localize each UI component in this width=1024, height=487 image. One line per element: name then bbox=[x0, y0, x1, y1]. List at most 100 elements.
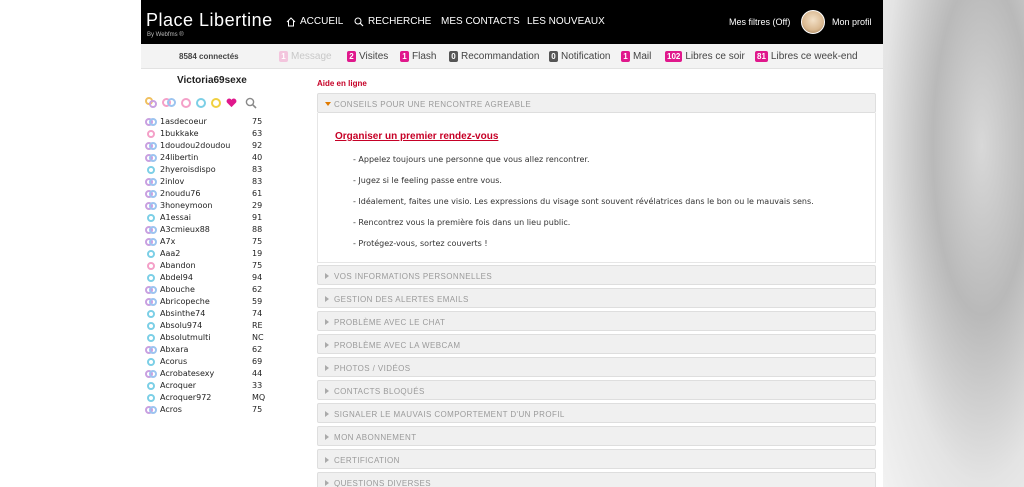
list-item[interactable]: Acroquer972 MQ bbox=[145, 393, 290, 405]
member-age: 69 bbox=[252, 357, 263, 366]
accordion-section[interactable]: CONTACTS BLOQUÉS bbox=[317, 380, 876, 400]
list-item[interactable]: 3honeymoon 29 bbox=[145, 201, 290, 213]
notifications-bar: 8584 connectés 1 Message 2 Visites 1 Flash 0 Re… bbox=[141, 44, 883, 69]
accordion-section[interactable]: PROBLÈME AVEC LA WEBCAM bbox=[317, 334, 876, 354]
count-badge: 1 bbox=[621, 51, 630, 62]
advice-line: - Jugez si le feeling passe entre vous. bbox=[353, 176, 502, 185]
couple-profile-icon bbox=[145, 202, 157, 210]
nav-les-nouveaux-label: LES NOUVEAUX bbox=[527, 16, 605, 27]
search-icon bbox=[354, 17, 364, 26]
list-item[interactable]: Absinthe74 74 bbox=[145, 309, 290, 321]
accordion-section[interactable]: GESTION DES ALERTES EMAILS bbox=[317, 288, 876, 308]
accordion-section[interactable]: PHOTOS / VIDÉOS bbox=[317, 357, 876, 377]
nav-les-nouveaux[interactable]: LES NOUVEAUX bbox=[527, 16, 605, 27]
chevron-right-icon bbox=[325, 388, 329, 394]
filter-other-icon[interactable] bbox=[211, 98, 221, 108]
accordion-conseils[interactable]: CONSEILS POUR UNE RENCONTRE AGREABLE bbox=[317, 93, 876, 113]
man-profile-icon bbox=[145, 382, 157, 390]
member-name: Abxara bbox=[160, 345, 189, 354]
list-item[interactable]: Abandon 75 bbox=[145, 261, 290, 273]
accordion-section[interactable]: QUESTIONS DIVERSES bbox=[317, 472, 876, 487]
list-item[interactable]: Abdel94 94 bbox=[145, 273, 290, 285]
list-item[interactable]: 2hyeroisdispo 83 bbox=[145, 165, 290, 177]
man-profile-icon bbox=[145, 214, 157, 222]
member-name: 1bukkake bbox=[160, 129, 199, 138]
list-item[interactable]: Acrobatesexy 44 bbox=[145, 369, 290, 381]
list-item[interactable]: 24libertin 40 bbox=[145, 153, 290, 165]
filter-couple-icon[interactable] bbox=[162, 98, 176, 108]
stat-message[interactable]: 1 Message bbox=[279, 51, 332, 62]
accordion-section[interactable]: CERTIFICATION bbox=[317, 449, 876, 469]
member-name: A1essai bbox=[160, 213, 191, 222]
stat-libres-ce-soir[interactable]: 102 Libres ce soir bbox=[665, 51, 745, 62]
list-item[interactable]: Absolutmulti NC bbox=[145, 333, 290, 345]
member-name: Abricopeche bbox=[160, 297, 210, 306]
accordion-section[interactable]: VOS INFORMATIONS PERSONNELLES bbox=[317, 265, 876, 285]
nav-recherche-label: RECHERCHE bbox=[368, 16, 432, 27]
list-item[interactable]: 2noudu76 61 bbox=[145, 189, 290, 201]
couple-profile-icon bbox=[145, 298, 157, 306]
list-item[interactable]: A7x 75 bbox=[145, 237, 290, 249]
my-filters-link[interactable]: Mes filtres (Off) bbox=[729, 17, 790, 27]
stat-flash[interactable]: 1 Flash bbox=[400, 51, 436, 62]
accordion-section[interactable]: MON ABONNEMENT bbox=[317, 426, 876, 446]
chevron-right-icon bbox=[325, 480, 329, 486]
member-age: 61 bbox=[252, 189, 263, 198]
site-logo[interactable]: Place Libertine bbox=[146, 10, 273, 31]
man-profile-icon bbox=[145, 166, 157, 174]
member-name: Abandon bbox=[160, 261, 196, 270]
search-members-icon[interactable] bbox=[245, 97, 257, 109]
nav-mes-contacts[interactable]: MES CONTACTS bbox=[441, 16, 520, 27]
current-username[interactable]: Victoria69sexe bbox=[177, 75, 247, 86]
list-item[interactable]: Acros 75 bbox=[145, 405, 290, 417]
list-item[interactable]: Aaa2 19 bbox=[145, 249, 290, 261]
stat-notification[interactable]: 0 Notification bbox=[549, 51, 610, 62]
stat-visites[interactable]: 2 Visites bbox=[347, 51, 388, 62]
member-name: Aaa2 bbox=[160, 249, 181, 258]
list-item[interactable]: Acorus 69 bbox=[145, 357, 290, 369]
couple-profile-icon bbox=[145, 286, 157, 294]
list-item[interactable]: Abricopeche 59 bbox=[145, 297, 290, 309]
accordion-section[interactable]: SIGNALER LE MAUVAIS COMPORTEMENT D'UN PR… bbox=[317, 403, 876, 423]
site-container: Place Libertine By Webfms ® ACCUEIL RECH… bbox=[141, 0, 883, 487]
accordion-label: SIGNALER LE MAUVAIS COMPORTEMENT D'UN PR… bbox=[334, 410, 565, 419]
list-item[interactable]: 1asdecoeur 75 bbox=[145, 117, 290, 129]
list-item[interactable]: Abxara 62 bbox=[145, 345, 290, 357]
list-item[interactable]: Acroquer 33 bbox=[145, 381, 290, 393]
stat-mail[interactable]: 1 Mail bbox=[621, 51, 651, 62]
stat-label: Flash bbox=[412, 51, 437, 62]
nav-accueil[interactable]: ACCUEIL bbox=[286, 16, 343, 27]
list-item[interactable]: 1bukkake 63 bbox=[145, 129, 290, 141]
avatar[interactable] bbox=[801, 10, 825, 34]
list-item[interactable]: A3cmieux88 88 bbox=[145, 225, 290, 237]
filter-woman-icon[interactable] bbox=[181, 98, 191, 108]
accordion-conseils-panel: Organiser un premier rendez-vous - Appel… bbox=[317, 113, 876, 263]
nav-recherche[interactable]: RECHERCHE bbox=[354, 16, 431, 27]
member-name: 3honeymoon bbox=[160, 201, 213, 210]
accordion-section[interactable]: PROBLÈME AVEC LE CHAT bbox=[317, 311, 876, 331]
stat-libres-ce-week-end[interactable]: 81 Libres ce week-end bbox=[755, 51, 858, 62]
member-age: 62 bbox=[252, 345, 263, 354]
member-age: NC bbox=[252, 333, 264, 342]
stat-recommandation[interactable]: 0 Recommandation bbox=[449, 51, 539, 62]
accordion-label: QUESTIONS DIVERSES bbox=[334, 479, 431, 487]
favorites-heart-icon[interactable] bbox=[226, 98, 237, 108]
list-item[interactable]: Absolu974 RE bbox=[145, 321, 290, 333]
connected-count: 8584 connectés bbox=[179, 52, 239, 61]
my-profile-link[interactable]: Mon profil bbox=[832, 17, 872, 27]
count-badge: 2 bbox=[347, 51, 356, 62]
member-age: 44 bbox=[252, 369, 263, 378]
member-age: 33 bbox=[252, 381, 263, 390]
count-badge: 102 bbox=[665, 51, 683, 62]
filter-all-icon[interactable] bbox=[145, 97, 157, 109]
list-item[interactable]: 2inlov 83 bbox=[145, 177, 290, 189]
filter-man-icon[interactable] bbox=[196, 98, 206, 108]
list-item[interactable]: Abouche 62 bbox=[145, 285, 290, 297]
member-age: 88 bbox=[252, 225, 263, 234]
accordion-label: VOS INFORMATIONS PERSONNELLES bbox=[334, 272, 493, 281]
member-filter-row bbox=[145, 97, 257, 109]
member-name: Absolutmulti bbox=[160, 333, 211, 342]
list-item[interactable]: A1essai 91 bbox=[145, 213, 290, 225]
list-item[interactable]: 1doudou2doudou 92 bbox=[145, 141, 290, 153]
member-name: Absinthe74 bbox=[160, 309, 206, 318]
